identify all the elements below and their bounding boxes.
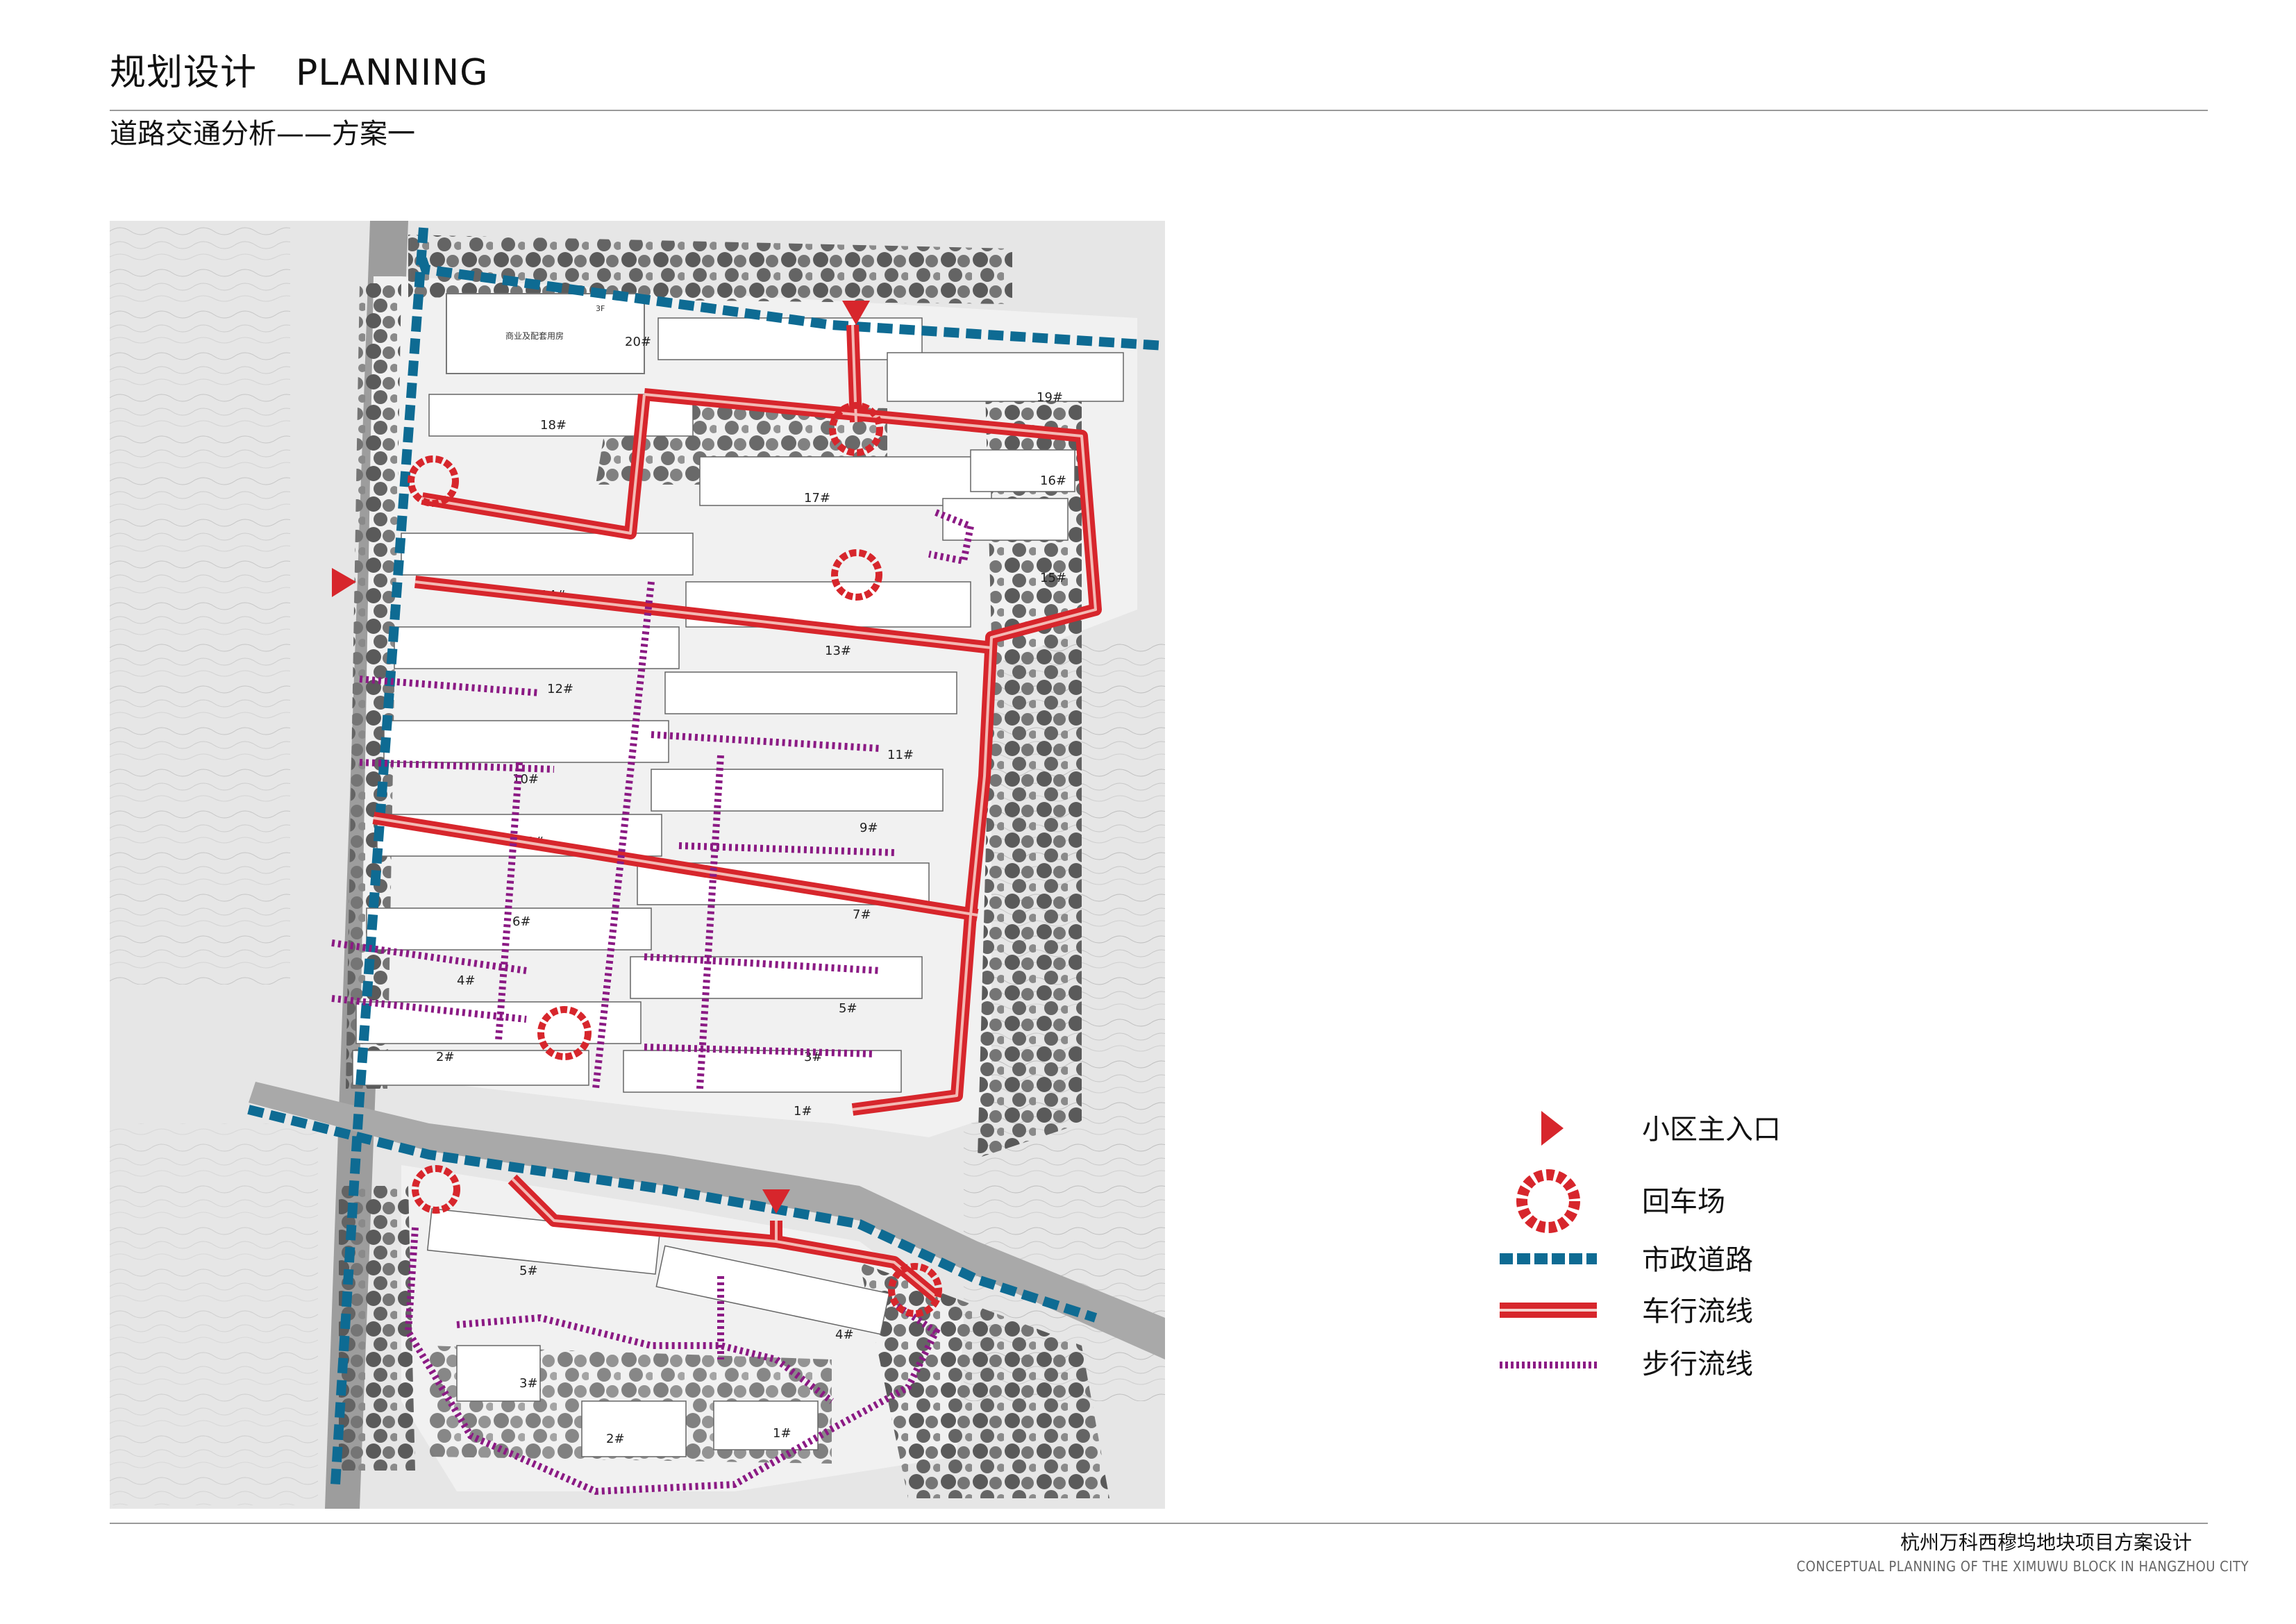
svg-text:1#: 1# bbox=[794, 1104, 812, 1119]
svg-text:1#: 1# bbox=[773, 1426, 791, 1441]
terrain-west bbox=[110, 221, 290, 985]
svg-text:4#: 4# bbox=[457, 973, 476, 988]
svg-text:4#: 4# bbox=[835, 1328, 854, 1342]
footer-rule bbox=[110, 1523, 2208, 1524]
site-plan-map: 商业及配套用房 3F 20# 19# 18# 17# 16# 15# 14# 1… bbox=[110, 221, 1165, 1509]
svg-text:5#: 5# bbox=[519, 1264, 538, 1278]
footer-project-cn: 杭州万科西穆坞地块项目方案设计 bbox=[1900, 1531, 2192, 1554]
svg-text:2#: 2# bbox=[436, 1050, 455, 1064]
legend-label-municipal-road: 市政道路 bbox=[1642, 1244, 1753, 1276]
map-legend: 小区主入口 回车场 市政道路 车行流线 步行流线 bbox=[1500, 1111, 1781, 1380]
svg-text:19#: 19# bbox=[1037, 390, 1063, 405]
svg-text:10#: 10# bbox=[512, 772, 539, 787]
svg-text:13#: 13# bbox=[825, 644, 851, 658]
dashed-ring-icon bbox=[1516, 1169, 1580, 1233]
svg-text:15#: 15# bbox=[1040, 571, 1066, 585]
svg-text:16#: 16# bbox=[1040, 474, 1066, 488]
page-subtitle: 道路交通分析——方案一 bbox=[110, 118, 415, 150]
svg-text:18#: 18# bbox=[540, 418, 567, 433]
svg-text:12#: 12# bbox=[547, 682, 573, 696]
commercial-note: 商业及配套用房 bbox=[505, 330, 564, 341]
legend-label-pedestrian-flow: 步行流线 bbox=[1642, 1348, 1753, 1380]
legend-label-entrance: 小区主入口 bbox=[1642, 1114, 1781, 1146]
svg-text:20#: 20# bbox=[625, 335, 651, 349]
terrain-sw bbox=[110, 1123, 318, 1505]
svg-text:9#: 9# bbox=[860, 821, 878, 835]
header-rule bbox=[110, 110, 2208, 111]
page-title: 规划设计 PLANNING bbox=[110, 43, 488, 95]
legend-label-turnaround: 回车场 bbox=[1642, 1186, 1725, 1218]
svg-text:7#: 7# bbox=[853, 907, 871, 922]
svg-text:11#: 11# bbox=[887, 748, 914, 762]
svg-text:17#: 17# bbox=[804, 491, 830, 505]
title-en: PLANNING bbox=[296, 52, 489, 94]
svg-text:6#: 6# bbox=[512, 914, 531, 929]
triangle-icon bbox=[1541, 1111, 1564, 1146]
legend-label-vehicle-flow: 车行流线 bbox=[1642, 1296, 1753, 1328]
svg-text:3#: 3# bbox=[519, 1376, 538, 1391]
svg-text:5#: 5# bbox=[839, 1001, 857, 1016]
title-cn: 规划设计 bbox=[110, 52, 258, 94]
svg-text:3F: 3F bbox=[596, 304, 605, 313]
footer-project-en: CONCEPTUAL PLANNING OF THE XIMUWU BLOCK … bbox=[1796, 1558, 2249, 1575]
svg-text:2#: 2# bbox=[606, 1432, 625, 1446]
